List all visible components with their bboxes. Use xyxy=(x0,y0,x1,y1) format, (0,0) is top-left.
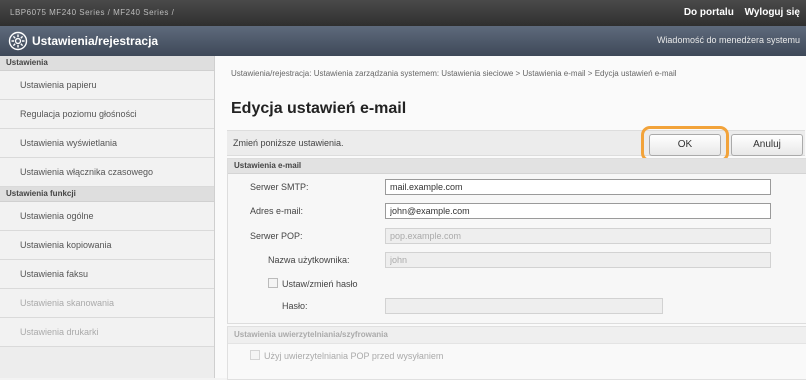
device-info: LBP6075 MF240 Series / MF240 Series / xyxy=(10,8,175,17)
pop-before-send-row: Użyj uwierzytelniania POP przed wysyłani… xyxy=(228,346,806,366)
sidebar-group-function-settings: Ustawienia funkcji xyxy=(0,187,214,202)
username-label: Nazwa użytkownika: xyxy=(268,255,350,265)
sidebar-item-timer-settings[interactable]: Ustawienia włącznika czasowego xyxy=(0,158,214,187)
page-section-title: Ustawienia/rejestracja xyxy=(32,34,159,48)
sidebar: Ustawienia Ustawienia papieru Regulacja … xyxy=(0,56,215,378)
smtp-server-input[interactable] xyxy=(385,179,771,195)
sidebar-item-fax-settings[interactable]: Ustawienia faksu xyxy=(0,260,214,289)
sidebar-group-settings: Ustawienia xyxy=(0,56,214,71)
sidebar-item-copy-settings[interactable]: Ustawienia kopiowania xyxy=(0,231,214,260)
settings-gear-icon xyxy=(8,31,28,51)
set-password-row: Ustaw/zmień hasło xyxy=(228,274,806,294)
password-row: Hasło: xyxy=(228,296,806,316)
pop-before-send-checkbox[interactable] xyxy=(250,350,260,360)
top-bar: LBP6075 MF240 Series / MF240 Series / Do… xyxy=(0,0,806,26)
title-bar: Ustawienia/rejestracja Wiadomość do mene… xyxy=(0,26,806,56)
auth-encryption-heading: Ustawienia uwierzytelniania/szyfrowania xyxy=(228,327,806,344)
action-bar: Zmień poniższe ustawienia. OK Anuluj xyxy=(227,126,805,162)
ok-button[interactable]: OK xyxy=(649,134,721,156)
main-content: Ustawienia/rejestracja: Ustawienia zarzą… xyxy=(215,56,806,380)
password-label: Hasło: xyxy=(282,301,308,311)
pop-before-send-label: Użyj uwierzytelniania POP przed wysyłani… xyxy=(264,351,444,361)
pop-server-row: Serwer POP: xyxy=(228,226,806,246)
sidebar-item-display-settings[interactable]: Ustawienia wyświetlania xyxy=(0,129,214,158)
sidebar-item-printer-settings[interactable]: Ustawienia drukarki xyxy=(0,318,214,347)
set-password-checkbox[interactable] xyxy=(268,278,278,288)
sidebar-item-paper-settings[interactable]: Ustawienia papieru xyxy=(0,71,214,100)
email-address-input[interactable] xyxy=(385,203,771,219)
sidebar-item-volume[interactable]: Regulacja poziomu głośności xyxy=(0,100,214,129)
username-row: Nazwa użytkownika: xyxy=(228,250,806,270)
cancel-button[interactable]: Anuluj xyxy=(731,134,803,156)
breadcrumb: Ustawienia/rejestracja: Ustawienia zarzą… xyxy=(231,69,677,78)
set-password-label: Ustaw/zmień hasło xyxy=(282,279,358,289)
pop-server-input[interactable] xyxy=(385,228,771,244)
portal-link[interactable]: Do portalu xyxy=(684,7,734,18)
instruction-text: Zmień poniższe ustawienia. xyxy=(233,138,344,148)
username-input[interactable] xyxy=(385,252,771,268)
smtp-row: Serwer SMTP: xyxy=(228,177,806,197)
password-input[interactable] xyxy=(385,298,663,314)
header-links: Do portalu Wyloguj się xyxy=(676,7,800,18)
email-address-label: Adres e-mail: xyxy=(250,206,304,216)
email-settings-heading: Ustawienia e-mail xyxy=(228,159,806,174)
logout-link[interactable]: Wyloguj się xyxy=(745,7,800,18)
message-to-admin-link[interactable]: Wiadomość do menedżera systemu xyxy=(657,35,800,45)
email-address-row: Adres e-mail: xyxy=(228,201,806,221)
sidebar-item-scan-settings[interactable]: Ustawienia skanowania xyxy=(0,289,214,318)
pop-server-label: Serwer POP: xyxy=(250,231,303,241)
smtp-label: Serwer SMTP: xyxy=(250,182,309,192)
sidebar-item-general-settings[interactable]: Ustawienia ogólne xyxy=(0,202,214,231)
email-settings-section: Ustawienia e-mail Serwer SMTP: Adres e-m… xyxy=(227,158,806,324)
auth-encryption-section: Ustawienia uwierzytelniania/szyfrowania … xyxy=(227,326,806,380)
page-title: Edycja ustawień e-mail xyxy=(231,100,407,117)
